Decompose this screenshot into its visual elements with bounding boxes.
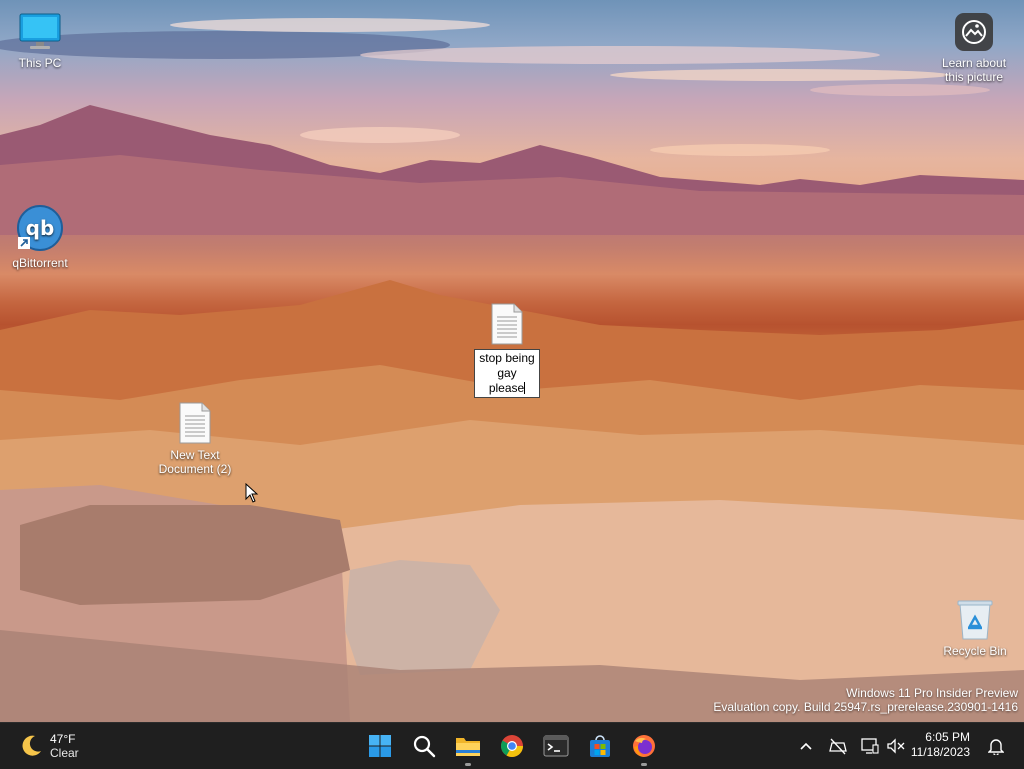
watermark-line-1: Windows 11 Pro Insider Preview [846, 686, 1018, 700]
weather-condition: Clear [50, 746, 79, 760]
firefox-icon [633, 735, 655, 757]
svg-text:qb: qb [26, 216, 55, 240]
qbittorrent-icon: qb [17, 205, 63, 251]
folder-icon [456, 738, 480, 756]
weather-temperature: 47°F [50, 732, 76, 746]
desktop-icon-new-text-document-2[interactable]: New Text Document (2) [155, 402, 235, 476]
watermark-line-2: Evaluation copy. Build 25947.rs_prerelea… [713, 700, 1018, 714]
store-icon [590, 735, 610, 757]
clock-date: 11/18/2023 [910, 745, 970, 759]
desktop-wallpaper[interactable]: This PC qb qBittorrent stop being gay pl… [0, 0, 1024, 722]
moon-icon [22, 735, 41, 756]
network-icon [829, 738, 847, 755]
running-indicator [465, 763, 471, 766]
text-document-icon [491, 303, 523, 345]
taskbar-clock[interactable]: 6:05 PM 11/18/2023 [902, 730, 970, 760]
recycle-bin-icon [957, 600, 993, 640]
desktop-icon-recycle-bin[interactable]: Recycle Bin [935, 598, 1015, 658]
search-icon [413, 735, 436, 758]
taskbar: 47°F Clear 6:05 PM 11/18/2023 [0, 722, 1024, 769]
start-button[interactable] [363, 729, 397, 763]
monitor-icon [19, 13, 61, 49]
bell-icon [988, 739, 1004, 755]
text-caret [524, 382, 526, 394]
desktop-icon-label: New Text Document (2) [158, 448, 232, 476]
rename-textbox-value: stop being gay please [479, 351, 535, 395]
text-document-icon [179, 402, 211, 444]
notification-button[interactable] [984, 735, 1008, 757]
desktop-icon-label: Learn about this picture [941, 56, 1007, 84]
rename-textbox[interactable]: stop being gay please [474, 349, 540, 398]
running-indicator [641, 763, 647, 766]
chrome-button[interactable] [495, 729, 529, 763]
store-button[interactable] [583, 729, 617, 763]
desktop-icon-qbittorrent[interactable]: qb qBittorrent [0, 204, 80, 270]
windows-watermark: Windows 11 Pro Insider Preview Evaluatio… [713, 686, 1018, 714]
network-tray-button[interactable] [826, 735, 850, 757]
desktop-icon-label: qBittorrent [12, 256, 68, 270]
file-explorer-button[interactable] [451, 729, 485, 766]
desktop-icon-this-pc[interactable]: This PC [0, 12, 80, 70]
display-tray-button[interactable] [858, 735, 882, 757]
search-button[interactable] [407, 729, 441, 763]
camera-info-icon [955, 13, 993, 51]
chrome-icon [501, 735, 523, 757]
desktop-icon-label: Recycle Bin [943, 644, 1007, 658]
terminal-icon [543, 735, 569, 757]
desktop-icon-label: This PC [18, 56, 62, 70]
display-icon [861, 738, 879, 754]
windows-logo-icon [369, 735, 391, 757]
chevron-up-icon [800, 742, 812, 750]
desktop-icon-renaming-document[interactable]: stop being gay please [467, 303, 547, 398]
wallpaper-mountains [0, 105, 1024, 235]
firefox-button[interactable] [627, 729, 661, 766]
show-hidden-icons-button[interactable] [794, 735, 818, 757]
mouse-cursor-icon [245, 483, 259, 503]
weather-widget[interactable]: 47°F Clear [18, 731, 79, 761]
terminal-button[interactable] [539, 729, 573, 763]
desktop-icon-learn-about-picture[interactable]: Learn about this picture [934, 12, 1014, 84]
clock-time: 6:05 PM [925, 730, 970, 744]
